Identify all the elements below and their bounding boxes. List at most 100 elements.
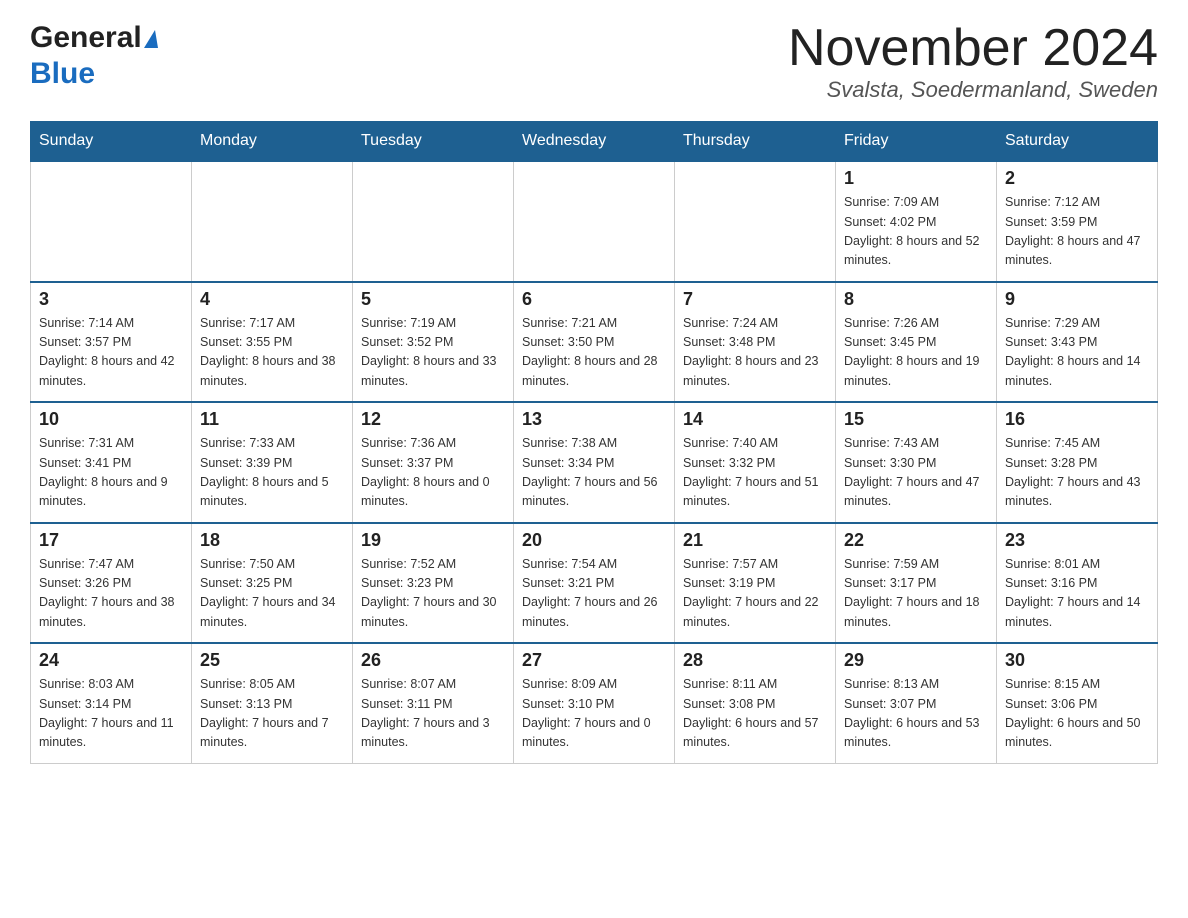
logo-blue-text: Blue <box>30 57 95 90</box>
calendar-cell: 25 Sunrise: 8:05 AMSunset: 3:13 PMDayligh… <box>192 643 353 763</box>
header-tuesday: Tuesday <box>353 122 514 162</box>
header-friday: Friday <box>836 122 997 162</box>
header-sunday: Sunday <box>31 122 192 162</box>
day-info: Sunrise: 7:57 AMSunset: 3:19 PMDaylight:… <box>683 555 827 633</box>
page-header: General Blue November 2024 Svalsta, Soed… <box>30 20 1158 103</box>
week-row-4: 17Sunrise: 7:47 AMSunset: 3:26 PMDayligh… <box>31 523 1158 644</box>
day-number: 21 <box>683 530 827 551</box>
day-info: Sunrise: 8:03 AMSunset: 3:14 PMDaylight:… <box>39 675 183 753</box>
calendar-cell: 30Sunrise: 8:15 AMSunset: 3:06 PMDayligh… <box>997 643 1158 763</box>
header-wednesday: Wednesday <box>514 122 675 162</box>
day-number: 12 <box>361 409 505 430</box>
day-info: Sunrise: 7:19 AMSunset: 3:52 PMDaylight:… <box>361 314 505 392</box>
week-row-1: 1 Sunrise: 7:09 AMSunset: 4:02 PMDaylight… <box>31 161 1158 282</box>
day-info: Sunrise: 8:09 AMSunset: 3:10 PMDaylight:… <box>522 675 666 753</box>
calendar-cell: 4Sunrise: 7:17 AMSunset: 3:55 PMDaylight… <box>192 282 353 403</box>
day-number: 13 <box>522 409 666 430</box>
day-number: 24 <box>39 650 183 671</box>
title-block: November 2024 Svalsta, Soedermanland, Sw… <box>788 20 1158 103</box>
calendar-cell: 21 Sunrise: 7:57 AMSunset: 3:19 PMDayligh… <box>675 523 836 644</box>
header-thursday: Thursday <box>675 122 836 162</box>
day-number: 26 <box>361 650 505 671</box>
day-number: 10 <box>39 409 183 430</box>
header-monday: Monday <box>192 122 353 162</box>
day-number: 25 <box>200 650 344 671</box>
day-number: 1 <box>844 168 988 189</box>
day-info: Sunrise: 7:12 AMSunset: 3:59 PMDaylight:… <box>1005 193 1149 271</box>
calendar-cell: 5Sunrise: 7:19 AMSunset: 3:52 PMDaylight… <box>353 282 514 403</box>
day-info: Sunrise: 7:09 AMSunset: 4:02 PMDaylight:… <box>844 193 988 271</box>
day-number: 19 <box>361 530 505 551</box>
calendar-cell: 23Sunrise: 8:01 AMSunset: 3:16 PMDayligh… <box>997 523 1158 644</box>
day-number: 30 <box>1005 650 1149 671</box>
calendar-cell: 29 Sunrise: 8:13 AMSunset: 3:07 PMDayligh… <box>836 643 997 763</box>
day-info: Sunrise: 7:21 AMSunset: 3:50 PMDaylight:… <box>522 314 666 392</box>
calendar-cell: 8 Sunrise: 7:26 AMSunset: 3:45 PMDaylight… <box>836 282 997 403</box>
day-number: 7 <box>683 289 827 310</box>
day-number: 8 <box>844 289 988 310</box>
calendar-table: Sunday Monday Tuesday Wednesday Thursday… <box>30 121 1158 764</box>
day-info: Sunrise: 8:13 AMSunset: 3:07 PMDaylight:… <box>844 675 988 753</box>
logo-general-text: General <box>30 21 142 54</box>
day-number: 20 <box>522 530 666 551</box>
day-number: 9 <box>1005 289 1149 310</box>
calendar-cell: 7Sunrise: 7:24 AMSunset: 3:48 PMDaylight… <box>675 282 836 403</box>
week-row-5: 24 Sunrise: 8:03 AMSunset: 3:14 PMDayligh… <box>31 643 1158 763</box>
day-number: 3 <box>39 289 183 310</box>
calendar-cell: 10 Sunrise: 7:31 AMSunset: 3:41 PMDayligh… <box>31 402 192 523</box>
day-number: 18 <box>200 530 344 551</box>
day-number: 27 <box>522 650 666 671</box>
calendar-cell: 26 Sunrise: 8:07 AMSunset: 3:11 PMDayligh… <box>353 643 514 763</box>
day-number: 14 <box>683 409 827 430</box>
day-number: 11 <box>200 409 344 430</box>
day-info: Sunrise: 8:07 AMSunset: 3:11 PMDaylight:… <box>361 675 505 753</box>
location-subtitle: Svalsta, Soedermanland, Sweden <box>788 77 1158 103</box>
calendar-cell: 6 Sunrise: 7:21 AMSunset: 3:50 PMDaylight… <box>514 282 675 403</box>
calendar-cell: 16 Sunrise: 7:45 AMSunset: 3:28 PMDayligh… <box>997 402 1158 523</box>
calendar-cell: 27 Sunrise: 8:09 AMSunset: 3:10 PMDayligh… <box>514 643 675 763</box>
day-number: 6 <box>522 289 666 310</box>
calendar-cell: 3 Sunrise: 7:14 AMSunset: 3:57 PMDaylight… <box>31 282 192 403</box>
day-info: Sunrise: 7:14 AMSunset: 3:57 PMDaylight:… <box>39 314 183 392</box>
day-number: 4 <box>200 289 344 310</box>
day-info: Sunrise: 7:31 AMSunset: 3:41 PMDaylight:… <box>39 434 183 512</box>
day-info: Sunrise: 7:29 AMSunset: 3:43 PMDaylight:… <box>1005 314 1149 392</box>
calendar-cell: 9 Sunrise: 7:29 AMSunset: 3:43 PMDaylight… <box>997 282 1158 403</box>
calendar-cell: 1 Sunrise: 7:09 AMSunset: 4:02 PMDaylight… <box>836 161 997 282</box>
weekday-header-row: Sunday Monday Tuesday Wednesday Thursday… <box>31 122 1158 162</box>
week-row-2: 3 Sunrise: 7:14 AMSunset: 3:57 PMDaylight… <box>31 282 1158 403</box>
calendar-cell: 22Sunrise: 7:59 AMSunset: 3:17 PMDayligh… <box>836 523 997 644</box>
day-info: Sunrise: 7:47 AMSunset: 3:26 PMDaylight:… <box>39 555 183 633</box>
day-info: Sunrise: 7:43 AMSunset: 3:30 PMDaylight:… <box>844 434 988 512</box>
day-info: Sunrise: 7:54 AMSunset: 3:21 PMDaylight:… <box>522 555 666 633</box>
calendar-cell: 14 Sunrise: 7:40 AMSunset: 3:32 PMDayligh… <box>675 402 836 523</box>
day-info: Sunrise: 8:05 AMSunset: 3:13 PMDaylight:… <box>200 675 344 753</box>
calendar-cell: 18 Sunrise: 7:50 AMSunset: 3:25 PMDayligh… <box>192 523 353 644</box>
logo: General Blue <box>30 20 158 92</box>
day-number: 16 <box>1005 409 1149 430</box>
calendar-cell: 11 Sunrise: 7:33 AMSunset: 3:39 PMDayligh… <box>192 402 353 523</box>
day-number: 22 <box>844 530 988 551</box>
calendar-cell: 28Sunrise: 8:11 AMSunset: 3:08 PMDayligh… <box>675 643 836 763</box>
calendar-cell <box>675 161 836 282</box>
week-row-3: 10 Sunrise: 7:31 AMSunset: 3:41 PMDayligh… <box>31 402 1158 523</box>
logo-triangle-icon <box>144 30 158 48</box>
calendar-cell <box>514 161 675 282</box>
header-saturday: Saturday <box>997 122 1158 162</box>
day-number: 23 <box>1005 530 1149 551</box>
calendar-cell: 15Sunrise: 7:43 AMSunset: 3:30 PMDayligh… <box>836 402 997 523</box>
calendar-cell: 20 Sunrise: 7:54 AMSunset: 3:21 PMDayligh… <box>514 523 675 644</box>
day-info: Sunrise: 7:33 AMSunset: 3:39 PMDaylight:… <box>200 434 344 512</box>
month-title: November 2024 <box>788 20 1158 77</box>
day-number: 29 <box>844 650 988 671</box>
day-info: Sunrise: 7:36 AMSunset: 3:37 PMDaylight:… <box>361 434 505 512</box>
calendar-cell <box>192 161 353 282</box>
day-info: Sunrise: 7:50 AMSunset: 3:25 PMDaylight:… <box>200 555 344 633</box>
day-info: Sunrise: 8:11 AMSunset: 3:08 PMDaylight:… <box>683 675 827 753</box>
day-info: Sunrise: 7:40 AMSunset: 3:32 PMDaylight:… <box>683 434 827 512</box>
day-info: Sunrise: 7:52 AMSunset: 3:23 PMDaylight:… <box>361 555 505 633</box>
day-info: Sunrise: 7:45 AMSunset: 3:28 PMDaylight:… <box>1005 434 1149 512</box>
calendar-cell <box>31 161 192 282</box>
day-info: Sunrise: 7:26 AMSunset: 3:45 PMDaylight:… <box>844 314 988 392</box>
day-info: Sunrise: 7:38 AMSunset: 3:34 PMDaylight:… <box>522 434 666 512</box>
